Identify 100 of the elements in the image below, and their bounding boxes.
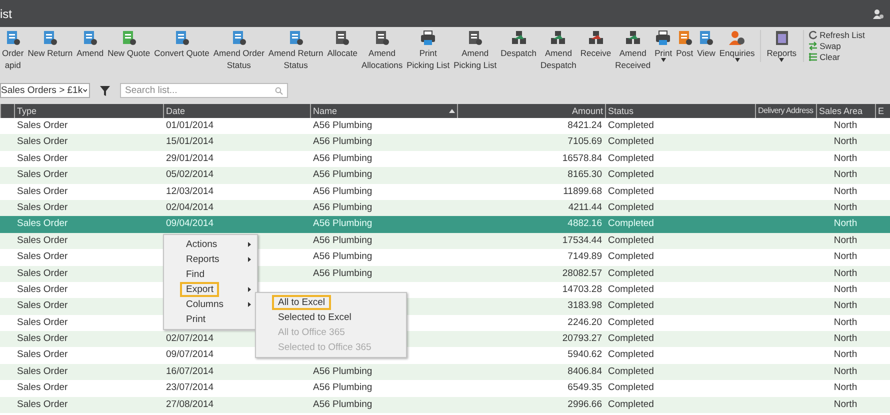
table-cell: North xyxy=(816,396,875,414)
table-cell: A56 Plumbing xyxy=(310,118,457,134)
toolbar-button[interactable]: Allocate xyxy=(325,30,360,58)
table-cell: Completed xyxy=(605,298,755,315)
table-cell: Completed xyxy=(605,232,755,250)
table-cell: Completed xyxy=(605,331,755,348)
table-cell: North xyxy=(816,118,875,134)
table-cell: A56 Plumbing xyxy=(310,167,457,184)
toolbar-button[interactable]: Print Picking List xyxy=(404,30,452,70)
column-label: E xyxy=(878,105,884,118)
toolbar-button[interactable]: New Quote xyxy=(106,30,152,58)
table-cell: A56 Plumbing xyxy=(310,216,457,233)
table-cell: 28082.57 xyxy=(457,266,605,282)
menu-item[interactable]: Export xyxy=(164,282,257,297)
table-cell: North xyxy=(816,167,875,184)
column-label: Status xyxy=(608,105,634,118)
table-cell: 05/02/2014 xyxy=(163,167,310,184)
toolbar-button[interactable]: Amend Picking List xyxy=(452,30,499,70)
toolbar-button[interactable]: Amend Despatch xyxy=(538,30,578,70)
menu-item-label: Actions xyxy=(185,238,218,252)
table-cell: 17534.44 xyxy=(457,232,605,250)
toolbar-action[interactable]: Clear xyxy=(808,52,865,62)
table-cell: North xyxy=(816,200,875,216)
menu-item[interactable]: All to Excel xyxy=(256,295,406,310)
table-cell[interactable]: Sales Order xyxy=(14,167,163,184)
toolbar-button[interactable]: Receive xyxy=(578,30,614,58)
menu-item[interactable]: Reports xyxy=(164,252,257,267)
table-cell: North xyxy=(816,232,875,250)
toolbar-button[interactable]: View xyxy=(695,30,718,58)
table-cell: A56 Plumbing xyxy=(310,200,457,216)
table-cell: Completed xyxy=(605,200,755,216)
toolbar-button[interactable]: Amend Order Status xyxy=(211,30,266,70)
menu-item-label: Export xyxy=(180,282,220,297)
menu-item[interactable]: Find xyxy=(164,267,257,282)
toolbar-button[interactable]: Enquiries xyxy=(717,30,757,62)
toolbar-button[interactable]: Amend Received xyxy=(613,30,653,70)
column-label: Date xyxy=(166,105,186,118)
table-cell[interactable]: Sales Order xyxy=(14,134,163,151)
column-label: Type xyxy=(17,105,37,118)
toolbar-button[interactable]: Reports xyxy=(760,30,804,62)
menu-item[interactable]: Selected to Excel xyxy=(256,310,406,325)
table-cell: 02/04/2014 xyxy=(163,200,310,216)
toolbar-button[interactable]: Despatch xyxy=(498,30,538,58)
table-cell[interactable]: Sales Order xyxy=(14,266,163,282)
table-cell: Completed xyxy=(605,266,755,282)
column-label: Delivery Address xyxy=(758,105,814,117)
table-cell: Completed xyxy=(605,396,755,414)
view-dropdown[interactable]: Sales Orders > £1k xyxy=(0,83,90,98)
table-cell: 15/01/2014 xyxy=(163,134,310,151)
menu-item-label: Columns xyxy=(185,298,224,312)
table-cell: North xyxy=(816,298,875,315)
table-cell: Completed xyxy=(605,118,755,134)
table-cell: Completed xyxy=(605,364,755,380)
table-cell: 2996.66 xyxy=(457,396,605,414)
menu-item[interactable]: Print xyxy=(164,312,257,327)
table-cell: North xyxy=(816,134,875,151)
toolbar-button[interactable]: Amend Allocations xyxy=(359,30,405,70)
table-cell: 16/07/2014 xyxy=(163,364,310,380)
table-cell: Completed xyxy=(605,216,755,233)
table-cell[interactable]: Sales Order xyxy=(14,118,163,134)
table-cell[interactable]: Sales Order xyxy=(14,232,163,250)
table-cell: Completed xyxy=(605,167,755,184)
table-cell[interactable]: Sales Order xyxy=(14,396,163,414)
table-cell: 01/01/2014 xyxy=(163,118,310,134)
menu-item[interactable]: Columns xyxy=(164,297,257,312)
search-field[interactable]: Search list... xyxy=(120,83,288,98)
menu-item-label: Selected to Excel xyxy=(277,311,352,325)
table-cell: 4882.16 xyxy=(457,216,605,233)
toolbar-button[interactable]: New Return xyxy=(26,30,75,58)
toolbar-action[interactable]: Swap xyxy=(808,41,865,51)
table-cell[interactable]: Sales Order xyxy=(14,298,163,315)
toolbar-button[interactable]: Post xyxy=(674,30,696,58)
table-cell: A56 Plumbing xyxy=(310,232,457,250)
menu-item-label: Print xyxy=(185,313,207,327)
table-cell: North xyxy=(816,364,875,380)
column-label: Name xyxy=(313,105,338,118)
toolbar-action[interactable]: Refresh List xyxy=(808,30,865,40)
table-cell: A56 Plumbing xyxy=(310,266,457,282)
table-cell: A56 Plumbing xyxy=(310,364,457,380)
toolbar-button[interactable]: Amend Return Status xyxy=(266,30,326,70)
table-cell: 8165.30 xyxy=(457,167,605,184)
table-cell: 8421.24 xyxy=(457,118,605,134)
table-cell: Completed xyxy=(605,134,755,151)
toolbar-button[interactable]: Convert Quote xyxy=(152,30,212,58)
table-cell: 20793.27 xyxy=(457,331,605,348)
table-cell[interactable]: Sales Order xyxy=(14,200,163,216)
toolbar-button[interactable]: Amend xyxy=(74,30,106,58)
toolbar-button[interactable]: Order apid xyxy=(0,30,26,70)
toolbar-button[interactable]: Print xyxy=(652,30,674,62)
menu-item[interactable]: Actions xyxy=(164,237,257,252)
table-cell: A56 Plumbing xyxy=(310,134,457,151)
window-title: ist xyxy=(0,6,12,20)
table-cell[interactable]: Sales Order xyxy=(14,331,163,348)
menu-item-label: Find xyxy=(185,268,206,282)
table-cell[interactable]: Sales Order xyxy=(14,364,163,380)
table-cell: 27/08/2014 xyxy=(163,396,310,414)
table-cell: 09/04/2014 xyxy=(163,216,310,233)
table-cell: 3183.98 xyxy=(457,298,605,315)
table-cell: 8406.84 xyxy=(457,364,605,380)
column-label: Amount xyxy=(572,105,603,118)
